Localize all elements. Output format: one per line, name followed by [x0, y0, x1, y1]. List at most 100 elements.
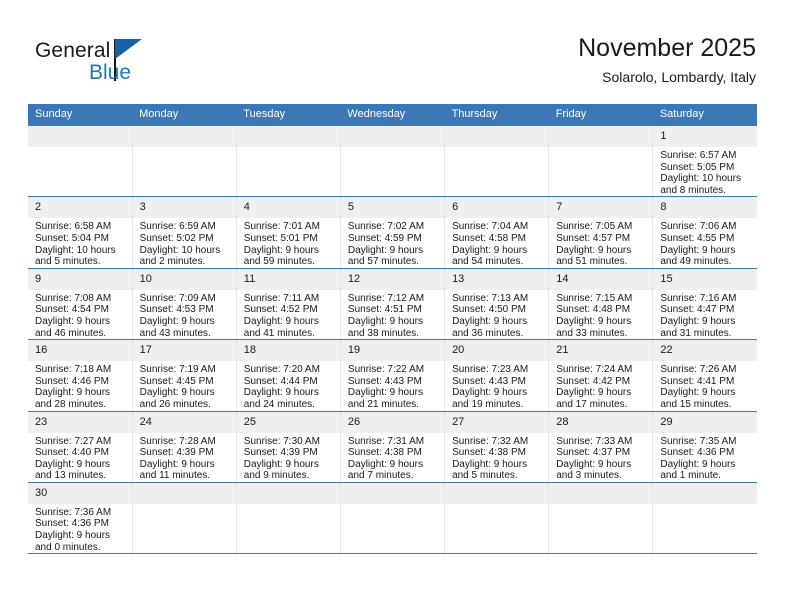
sunrise-text: Sunrise: 7:12 AM [347, 292, 425, 304]
sunrise-text: Sunrise: 7:32 AM [452, 435, 529, 447]
calendar-cell-day[interactable]: 6 Sunrise: 7:04 AM Sunset: 4:58 PM Daylight… [444, 196, 550, 269]
day-number: 11 [236, 268, 340, 290]
day-number: 12 [340, 268, 445, 290]
day-number: 29 [653, 411, 757, 433]
day-details: Sunrise: 7:24 AM Sunset: 4:42 PM Daylight:… [549, 361, 652, 410]
day-number [340, 482, 445, 504]
daylight-text-line1: Daylight: 9 hours [139, 315, 215, 327]
sunset-text: Sunset: 4:37 PM [556, 447, 631, 459]
calendar-cell-day[interactable]: 16 Sunrise: 7:18 AM Sunset: 4:46 PM Dayligh… [28, 339, 133, 412]
day-details: Sunrise: 7:18 AM Sunset: 4:46 PM Daylight:… [28, 361, 132, 410]
calendar-cell-day[interactable]: 1 Sunrise: 6:57 AM Sunset: 5:05 PM Daylight… [652, 126, 757, 198]
sunrise-text: Sunrise: 7:33 AM [556, 435, 633, 447]
sunset-text: Sunset: 4:42 PM [556, 375, 631, 387]
daylight-text-line2: and 1 minute. [660, 470, 721, 482]
sunset-text: Sunset: 4:46 PM [35, 375, 109, 387]
calendar-cell-day[interactable]: 27 Sunrise: 7:32 AM Sunset: 4:38 PM Dayligh… [444, 411, 550, 483]
title-block: November 2025 Solarolo, Lombardy, Italy [578, 32, 756, 88]
day-details: Sunrise: 7:31 AM Sunset: 4:38 PM Daylight:… [341, 433, 444, 482]
daylight-text-line1: Daylight: 9 hours [660, 387, 736, 399]
calendar-cell-day[interactable]: 3 Sunrise: 6:59 AM Sunset: 5:02 PM Daylight… [132, 196, 237, 269]
sunrise-text: Sunrise: 7:06 AM [660, 221, 737, 233]
day-details: Sunrise: 7:19 AM Sunset: 4:45 PM Daylight:… [133, 361, 236, 410]
daylight-text-line1: Daylight: 9 hours [347, 458, 423, 470]
weekday-header-tuesday: Tuesday [236, 104, 341, 126]
calendar-cell-empty [548, 482, 654, 555]
sunrise-text: Sunrise: 7:30 AM [243, 435, 320, 447]
day-details: Sunrise: 6:58 AM Sunset: 5:04 PM Daylight:… [28, 218, 132, 267]
daylight-text-line1: Daylight: 9 hours [139, 387, 215, 399]
calendar-cell-day[interactable]: 9 Sunrise: 7:08 AM Sunset: 4:54 PM Daylight… [28, 268, 133, 341]
calendar-cell-day[interactable]: 22 Sunrise: 7:26 AM Sunset: 4:41 PM Dayligh… [652, 339, 757, 412]
sunset-text: Sunset: 4:44 PM [243, 375, 318, 387]
day-number: 28 [549, 411, 653, 433]
calendar-cell-day[interactable]: 23 Sunrise: 7:27 AM Sunset: 4:40 PM Dayligh… [28, 411, 133, 483]
sunset-text: Sunset: 5:01 PM [243, 232, 318, 244]
sunset-text: Sunset: 4:43 PM [452, 375, 526, 387]
calendar-cell-day[interactable]: 28 Sunrise: 7:33 AM Sunset: 4:37 PM Dayligh… [548, 411, 654, 483]
calendar-cell-day[interactable]: 11 Sunrise: 7:11 AM Sunset: 4:52 PM Dayligh… [236, 268, 341, 341]
calendar-cell-day[interactable]: 7 Sunrise: 7:05 AM Sunset: 4:57 PM Daylight… [548, 196, 654, 269]
daylight-text-line2: and 31 minutes. [660, 327, 732, 339]
calendar-cell-day[interactable]: 12 Sunrise: 7:12 AM Sunset: 4:51 PM Dayligh… [340, 268, 446, 341]
day-number: 26 [340, 411, 445, 433]
day-details: Sunrise: 7:36 AM Sunset: 4:36 PM Daylight:… [28, 504, 132, 553]
day-number: 25 [236, 411, 340, 433]
calendar-cell-day[interactable]: 24 Sunrise: 7:28 AM Sunset: 4:39 PM Dayligh… [132, 411, 237, 483]
sunset-text: Sunset: 4:57 PM [556, 232, 631, 244]
calendar-cell-day[interactable]: 15 Sunrise: 7:16 AM Sunset: 4:47 PM Dayligh… [652, 268, 757, 341]
calendar-cell-day[interactable]: 17 Sunrise: 7:19 AM Sunset: 4:45 PM Dayligh… [132, 339, 237, 412]
sunset-text: Sunset: 4:39 PM [243, 447, 318, 459]
calendar-cell-day[interactable]: 10 Sunrise: 7:09 AM Sunset: 4:53 PM Dayligh… [132, 268, 237, 341]
daylight-text-line2: and 11 minutes. [139, 470, 211, 482]
calendar-cell-day[interactable]: 18 Sunrise: 7:20 AM Sunset: 4:44 PM Dayligh… [236, 339, 341, 412]
daylight-text-line1: Daylight: 9 hours [556, 315, 632, 327]
daylight-text-line1: Daylight: 10 hours [660, 173, 741, 185]
calendar-cell-day[interactable]: 4 Sunrise: 7:01 AM Sunset: 5:01 PM Daylight… [236, 196, 341, 269]
calendar-container: Sunday Monday Tuesday Wednesday Thursday… [28, 104, 757, 555]
daylight-text-line2: and 51 minutes. [556, 256, 628, 268]
calendar-cell-day[interactable]: 29 Sunrise: 7:35 AM Sunset: 4:36 PM Dayligh… [652, 411, 757, 483]
sunrise-text: Sunrise: 7:26 AM [660, 364, 737, 376]
calendar-cell-day[interactable]: 13 Sunrise: 7:13 AM Sunset: 4:50 PM Dayligh… [444, 268, 550, 341]
sunset-text: Sunset: 4:55 PM [660, 232, 735, 244]
calendar-week-row: 16 Sunrise: 7:18 AM Sunset: 4:46 PM Dayligh… [28, 339, 757, 412]
calendar-cell-day[interactable]: 21 Sunrise: 7:24 AM Sunset: 4:42 PM Dayligh… [548, 339, 654, 412]
calendar-cell-day[interactable]: 5 Sunrise: 7:02 AM Sunset: 4:59 PM Daylight… [340, 196, 446, 269]
calendar-cell-day[interactable]: 20 Sunrise: 7:23 AM Sunset: 4:43 PM Dayligh… [444, 339, 550, 412]
day-number: 23 [28, 411, 132, 433]
calendar-cell-day[interactable]: 19 Sunrise: 7:22 AM Sunset: 4:43 PM Dayligh… [340, 339, 446, 412]
page-header: General Blue November 2025 Solarolo, Lom… [0, 0, 792, 100]
calendar-cell-day[interactable]: 25 Sunrise: 7:30 AM Sunset: 4:39 PM Dayligh… [236, 411, 341, 483]
day-number [445, 482, 549, 504]
daylight-text-line1: Daylight: 10 hours [35, 244, 116, 256]
day-number: 14 [549, 268, 653, 290]
calendar-cell-day[interactable]: 8 Sunrise: 7:06 AM Sunset: 4:55 PM Daylight… [652, 196, 757, 269]
daylight-text-line1: Daylight: 9 hours [347, 387, 423, 399]
daylight-text-line2: and 38 minutes. [347, 327, 420, 339]
day-number: 3 [132, 197, 236, 219]
general-blue-logo[interactable]: General Blue [35, 38, 225, 90]
day-number [236, 126, 340, 147]
calendar-page: General Blue November 2025 Solarolo, Lom… [0, 0, 792, 612]
daylight-text-line2: and 49 minutes. [660, 256, 732, 268]
sunrise-text: Sunrise: 7:16 AM [660, 292, 737, 304]
day-details: Sunrise: 7:26 AM Sunset: 4:41 PM Daylight:… [653, 361, 757, 410]
daylight-text-line2: and 3 minutes. [556, 470, 622, 482]
day-details: Sunrise: 7:33 AM Sunset: 4:37 PM Daylight:… [549, 433, 652, 482]
sunset-text: Sunset: 4:50 PM [452, 304, 526, 316]
calendar-cell-day[interactable]: 26 Sunrise: 7:31 AM Sunset: 4:38 PM Dayligh… [340, 411, 446, 483]
daylight-text-line2: and 0 minutes. [35, 541, 101, 553]
weekday-header-sunday: Sunday [28, 104, 133, 126]
calendar-cell-day[interactable]: 2 Sunrise: 6:58 AM Sunset: 5:04 PM Daylight… [28, 196, 133, 269]
daylight-text-line2: and 28 minutes. [35, 398, 107, 410]
sunrise-text: Sunrise: 6:58 AM [35, 221, 112, 233]
day-number [445, 126, 549, 147]
day-details: Sunrise: 7:13 AM Sunset: 4:50 PM Daylight:… [445, 290, 548, 339]
sunrise-text: Sunrise: 7:20 AM [243, 364, 320, 376]
day-number: 13 [445, 268, 549, 290]
calendar-cell-day[interactable]: 14 Sunrise: 7:15 AM Sunset: 4:48 PM Dayligh… [548, 268, 654, 341]
daylight-text-line2: and 33 minutes. [556, 327, 628, 339]
calendar-cell-day[interactable]: 30 Sunrise: 7:36 AM Sunset: 4:36 PM Dayligh… [28, 482, 133, 555]
daylight-text-line2: and 21 minutes. [347, 398, 420, 410]
